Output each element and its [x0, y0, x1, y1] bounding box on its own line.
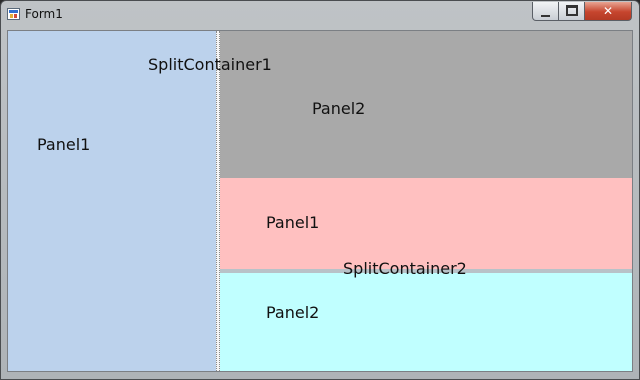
split-container-2-panel2 [220, 273, 632, 371]
top-right-panel-label: Panel2 [312, 99, 366, 118]
left-panel-label: Panel1 [37, 135, 91, 154]
close-button[interactable]: ✕ [584, 2, 632, 21]
split-container-2-label: SplitContainer2 [343, 259, 467, 278]
form-client-area: SplitContainer1 Panel1 Panel2 Panel1 Spl… [7, 30, 633, 372]
middle-panel-label: Panel1 [266, 213, 320, 232]
minimize-button[interactable] [532, 2, 559, 21]
split-container-1-panel1 [8, 31, 216, 371]
form-app-icon[interactable] [7, 8, 20, 20]
split-container-1-panel2 [220, 31, 632, 178]
close-icon: ✕ [602, 4, 614, 18]
title-bar[interactable]: Form1 ✕ [1, 1, 639, 28]
window-title: Form1 [25, 7, 63, 21]
minimize-icon [541, 15, 550, 17]
bottom-panel-label: Panel2 [266, 303, 320, 322]
maximize-button[interactable] [558, 2, 585, 21]
maximize-icon [565, 5, 578, 16]
app-window: Form1 ✕ SplitContainer1 Panel1 Panel2 Pa… [0, 0, 640, 380]
split-container-1-label: SplitContainer1 [148, 55, 272, 74]
